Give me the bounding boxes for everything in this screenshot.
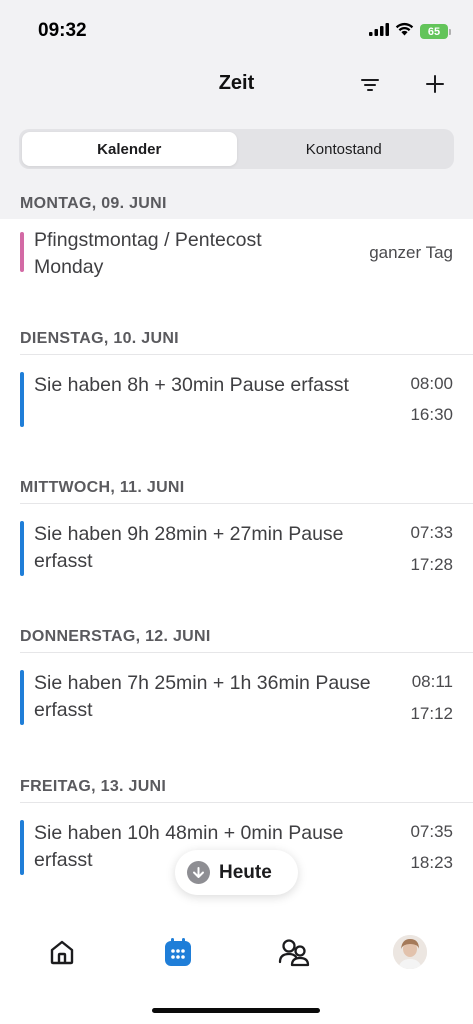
event-title: Pfingstmontag / Pentecost Monday	[34, 227, 262, 281]
event-time-start: 08:11	[411, 672, 453, 691]
battery-cap	[449, 28, 451, 35]
day-header-wednesday: MITTWOCH, 11. JUNI	[20, 479, 185, 496]
home-indicator	[152, 1008, 320, 1013]
tab-bar	[0, 920, 473, 1024]
avatar	[393, 935, 427, 969]
list-item-monday[interactable]: Pfingstmontag / Pentecost Monday ganzer …	[20, 229, 453, 280]
day-header-thursday: DONNERSTAG, 12. JUNI	[20, 628, 211, 645]
day-header-tuesday: DIENSTAG, 10. JUNI	[20, 330, 179, 347]
event-time-start: 08:00	[410, 374, 453, 393]
event-title-line-1: Sie haben 8h + 30min Pause erfasst	[34, 374, 349, 396]
event-color-bar	[20, 372, 24, 427]
event-time-end: 17:28	[410, 555, 453, 574]
event-color-bar	[20, 820, 24, 875]
list-item-tuesday[interactable]: Sie haben 8h + 30min Pause erfasst 08:00…	[20, 372, 453, 428]
day-header-monday: MONTAG, 09. JUNI	[20, 195, 167, 212]
event-time-start: 07:33	[410, 523, 453, 542]
day-header-friday: FREITAG, 13. JUNI	[20, 778, 167, 795]
today-button-label: Heute	[219, 861, 272, 883]
event-title: Sie haben 7h 25min + 1h 36min Pause erfa…	[34, 670, 371, 724]
divider	[20, 503, 473, 504]
today-button[interactable]: Heute	[175, 850, 298, 895]
list-item-thursday[interactable]: Sie haben 7h 25min + 1h 36min Pause erfa…	[20, 670, 453, 726]
home-icon	[50, 940, 74, 965]
tab-calendar[interactable]	[161, 935, 195, 969]
tab-home[interactable]	[45, 935, 79, 969]
status-bar: 09:32 65	[0, 14, 473, 48]
people-icon	[278, 939, 310, 967]
event-time-end: 16:30	[410, 405, 453, 424]
calendar-icon	[165, 938, 191, 966]
status-time: 09:32	[38, 20, 87, 41]
battery-icon: 65	[420, 24, 451, 39]
add-button[interactable]	[421, 70, 449, 98]
event-color-bar	[20, 521, 24, 576]
arrow-down-circle-icon	[187, 861, 210, 884]
wifi-icon	[395, 22, 414, 41]
event-color-bar	[20, 232, 24, 272]
divider	[20, 802, 473, 803]
battery-level: 65	[420, 24, 448, 39]
tab-profile[interactable]	[393, 935, 427, 969]
event-title: Sie haben 8h + 30min Pause erfasst	[34, 372, 349, 399]
tab-kalender[interactable]: Kalender	[22, 132, 237, 166]
event-title-line-2: erfasst	[34, 550, 93, 572]
tab-kontostand[interactable]: Kontostand	[237, 132, 452, 166]
divider	[20, 354, 473, 355]
event-color-bar	[20, 670, 24, 725]
plus-icon	[426, 75, 444, 93]
segmented-control: Kalender Kontostand	[19, 129, 454, 169]
status-icons: 65	[369, 22, 451, 41]
event-title-line-1: Sie haben 10h 48min + 0min Pause	[34, 822, 344, 844]
filter-icon	[361, 79, 379, 91]
event-title-line-1: Pfingstmontag / Pentecost	[34, 229, 262, 251]
list-item-wednesday[interactable]: Sie haben 9h 28min + 27min Pause erfasst…	[20, 521, 453, 577]
event-time-end: 18:23	[410, 853, 453, 872]
signal-icon	[369, 22, 389, 41]
event-time-end: 17:12	[410, 704, 453, 723]
filter-button[interactable]	[356, 74, 384, 96]
event-title: Sie haben 9h 28min + 27min Pause erfasst	[34, 521, 344, 575]
tab-team[interactable]	[277, 935, 311, 969]
event-title-line-1: Sie haben 7h 25min + 1h 36min Pause	[34, 672, 371, 694]
event-title-line-2: erfasst	[34, 699, 93, 721]
page-title: Zeit	[218, 72, 255, 94]
event-title-line-1: Sie haben 9h 28min + 27min Pause	[34, 523, 344, 545]
divider	[20, 652, 473, 653]
event-time-start: ganzer Tag	[369, 243, 453, 262]
event-title-line-2: Monday	[34, 256, 104, 278]
event-time-start: 07:35	[410, 822, 453, 841]
